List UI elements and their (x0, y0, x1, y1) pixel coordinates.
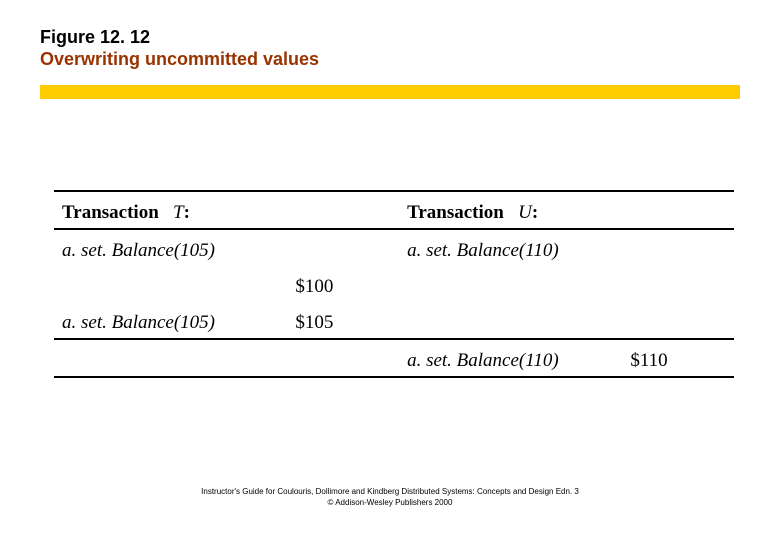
header-u-colon: : (532, 202, 538, 223)
slide-footer: Instructor's Guide for Coulouris, Dollim… (0, 486, 780, 508)
header-u-spacer (509, 202, 519, 223)
header-transaction-u: Transaction U: (399, 191, 622, 229)
title-line-1: Figure 12. 12 (40, 26, 319, 48)
cell-empty (287, 339, 399, 377)
header-empty-2 (622, 191, 734, 229)
header-u-label: Transaction (407, 202, 504, 223)
header-u-var: U (518, 202, 532, 223)
cell-value-100: $100 (287, 266, 399, 302)
header-empty-1 (287, 191, 399, 229)
cell-u-op-2: a. set. Balance(110) (399, 339, 622, 377)
cell-empty (54, 339, 287, 377)
cell-empty (399, 266, 622, 302)
cell-empty (287, 229, 399, 266)
table-row: $100 (54, 266, 734, 302)
header-transaction-t: Transaction T: (54, 191, 287, 229)
cell-u-op-1: a. set. Balance(110) (399, 229, 622, 266)
cell-value-110: $110 (622, 339, 734, 377)
table-row: a. set. Balance(105) $105 (54, 302, 734, 339)
cell-empty (399, 302, 622, 339)
footer-line-1: Instructor's Guide for Coulouris, Dollim… (0, 486, 780, 497)
figure-title: Figure 12. 12 Overwriting uncommitted va… (40, 26, 319, 70)
table-row: a. set. Balance(110) $110 (54, 339, 734, 377)
table-header-row: Transaction T: Transaction U: (54, 191, 734, 229)
header-t-var: T (173, 202, 184, 223)
cell-t-op-2: a. set. Balance(105) (54, 302, 287, 339)
cell-empty (622, 302, 734, 339)
cell-empty (622, 266, 734, 302)
cell-empty (622, 229, 734, 266)
table-row: a. set. Balance(105) a. set. Balance(110… (54, 229, 734, 266)
header-t-colon: : (184, 202, 190, 223)
accent-bar (40, 85, 740, 99)
header-t-label: Transaction (62, 202, 159, 223)
slide: Figure 12. 12 Overwriting uncommitted va… (0, 0, 780, 540)
cell-empty (54, 266, 287, 302)
title-line-2: Overwriting uncommitted values (40, 48, 319, 70)
cell-t-op-1: a. set. Balance(105) (54, 229, 287, 266)
header-t-spacer (164, 202, 174, 223)
footer-line-2: © Addison-Wesley Publishers 2000 (0, 497, 780, 508)
cell-value-105: $105 (287, 302, 399, 339)
transactions-table: Transaction T: Transaction U: a. set. Ba… (54, 190, 734, 378)
